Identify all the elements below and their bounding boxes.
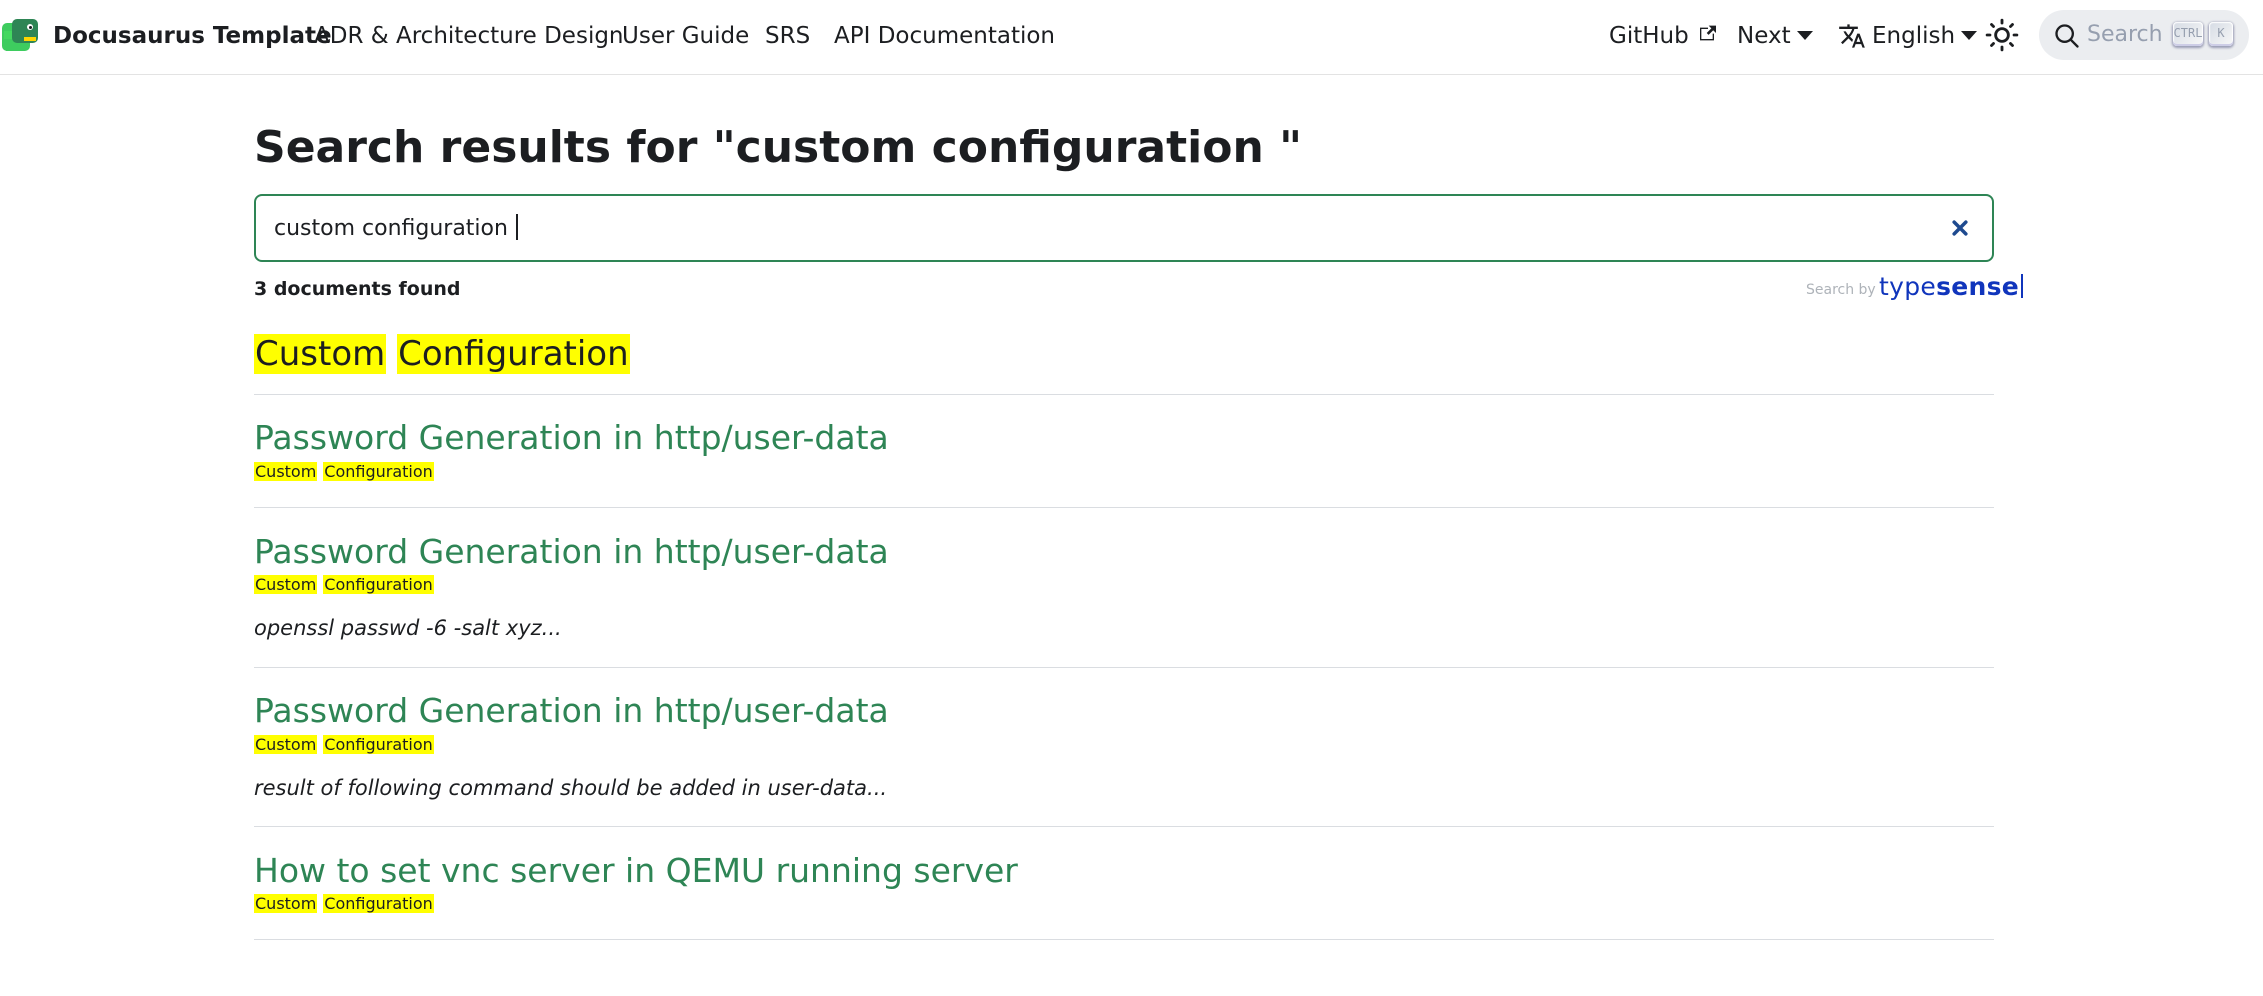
section-heading: Custom Configuration — [254, 332, 630, 376]
text-cursor — [515, 214, 518, 240]
breadcrumb-item: Configuration — [323, 735, 434, 754]
translate-icon — [1839, 24, 1865, 48]
nav-link-api-docs[interactable]: API Documentation — [834, 21, 1055, 51]
result-link[interactable]: Password Generation in http/user-data — [254, 690, 889, 732]
close-icon[interactable] — [1946, 214, 1974, 242]
kbd-k: K — [2209, 22, 2233, 46]
divider — [254, 507, 1994, 508]
divider — [254, 826, 1994, 827]
github-link[interactable]: GitHub — [1609, 21, 1717, 51]
navbar-search-placeholder: Search — [2087, 22, 2163, 47]
divider — [254, 939, 1994, 940]
external-link-icon — [1700, 25, 1717, 40]
version-dropdown-label: Next — [1737, 23, 1791, 49]
nav-link-srs[interactable]: SRS — [765, 21, 810, 51]
typesense-logo[interactable]: typesense — [1879, 271, 2024, 303]
docusaurus-logo-icon[interactable] — [2, 17, 40, 55]
result-link[interactable]: Password Generation in http/user-data — [254, 417, 889, 459]
divider — [254, 667, 1994, 668]
result-link[interactable]: How to set vnc server in QEMU running se… — [254, 850, 1018, 892]
version-dropdown[interactable]: Next — [1737, 21, 1813, 51]
language-dropdown[interactable]: English — [1872, 21, 1978, 51]
result-preview: result of following command should be ad… — [254, 776, 888, 800]
search-input-value: custom configuration — [274, 214, 518, 243]
breadcrumb-item: Custom — [254, 575, 318, 594]
result-breadcrumb: Custom Configuration — [254, 575, 434, 595]
result-breadcrumb: Custom Configuration — [254, 735, 434, 755]
github-link-label: GitHub — [1609, 23, 1689, 49]
results-count: 3 documents found — [254, 278, 461, 300]
result-preview: openssl passwd -6 -salt xyz... — [254, 616, 562, 640]
page-title: Search results for "custom configuration… — [254, 122, 1303, 173]
divider — [254, 394, 1994, 395]
breadcrumb-item: Custom — [254, 462, 318, 481]
typesense-logo-part2: sense — [1936, 272, 2020, 301]
search-icon — [2055, 24, 2079, 48]
result-breadcrumb: Custom Configuration — [254, 462, 434, 482]
navbar: Docusaurus Template ADR & Architecture D… — [0, 0, 2263, 75]
chevron-down-icon — [1796, 31, 1813, 40]
nav-link-adr[interactable]: ADR & Architecture Design — [314, 21, 624, 51]
section-heading-word1: Custom — [254, 334, 387, 374]
section-heading-word2: Configuration — [397, 334, 630, 374]
breadcrumb-item: Configuration — [323, 894, 434, 913]
nav-link-user-guide[interactable]: User Guide — [622, 21, 749, 51]
kbd-ctrl: CTRL — [2173, 22, 2203, 46]
breadcrumb-item: Custom — [254, 735, 318, 754]
breadcrumb-item: Custom — [254, 894, 318, 913]
search-input[interactable]: custom configuration — [254, 194, 1994, 262]
breadcrumb-item: Configuration — [323, 575, 434, 594]
navbar-search-button[interactable]: Search CTRL K — [2039, 10, 2249, 60]
site-brand[interactable]: Docusaurus Template — [53, 21, 332, 51]
search-by-label: Search by — [1806, 282, 1876, 298]
search-input-text: custom configuration — [274, 216, 515, 241]
chevron-down-icon — [1961, 31, 1978, 40]
language-dropdown-label: English — [1872, 23, 1956, 49]
breadcrumb-item: Configuration — [323, 462, 434, 481]
typesense-logo-part1: type — [1879, 272, 1937, 301]
sun-icon[interactable] — [1985, 18, 2019, 52]
result-link[interactable]: Password Generation in http/user-data — [254, 531, 889, 573]
typesense-bar — [2021, 274, 2024, 298]
result-breadcrumb: Custom Configuration — [254, 894, 434, 914]
